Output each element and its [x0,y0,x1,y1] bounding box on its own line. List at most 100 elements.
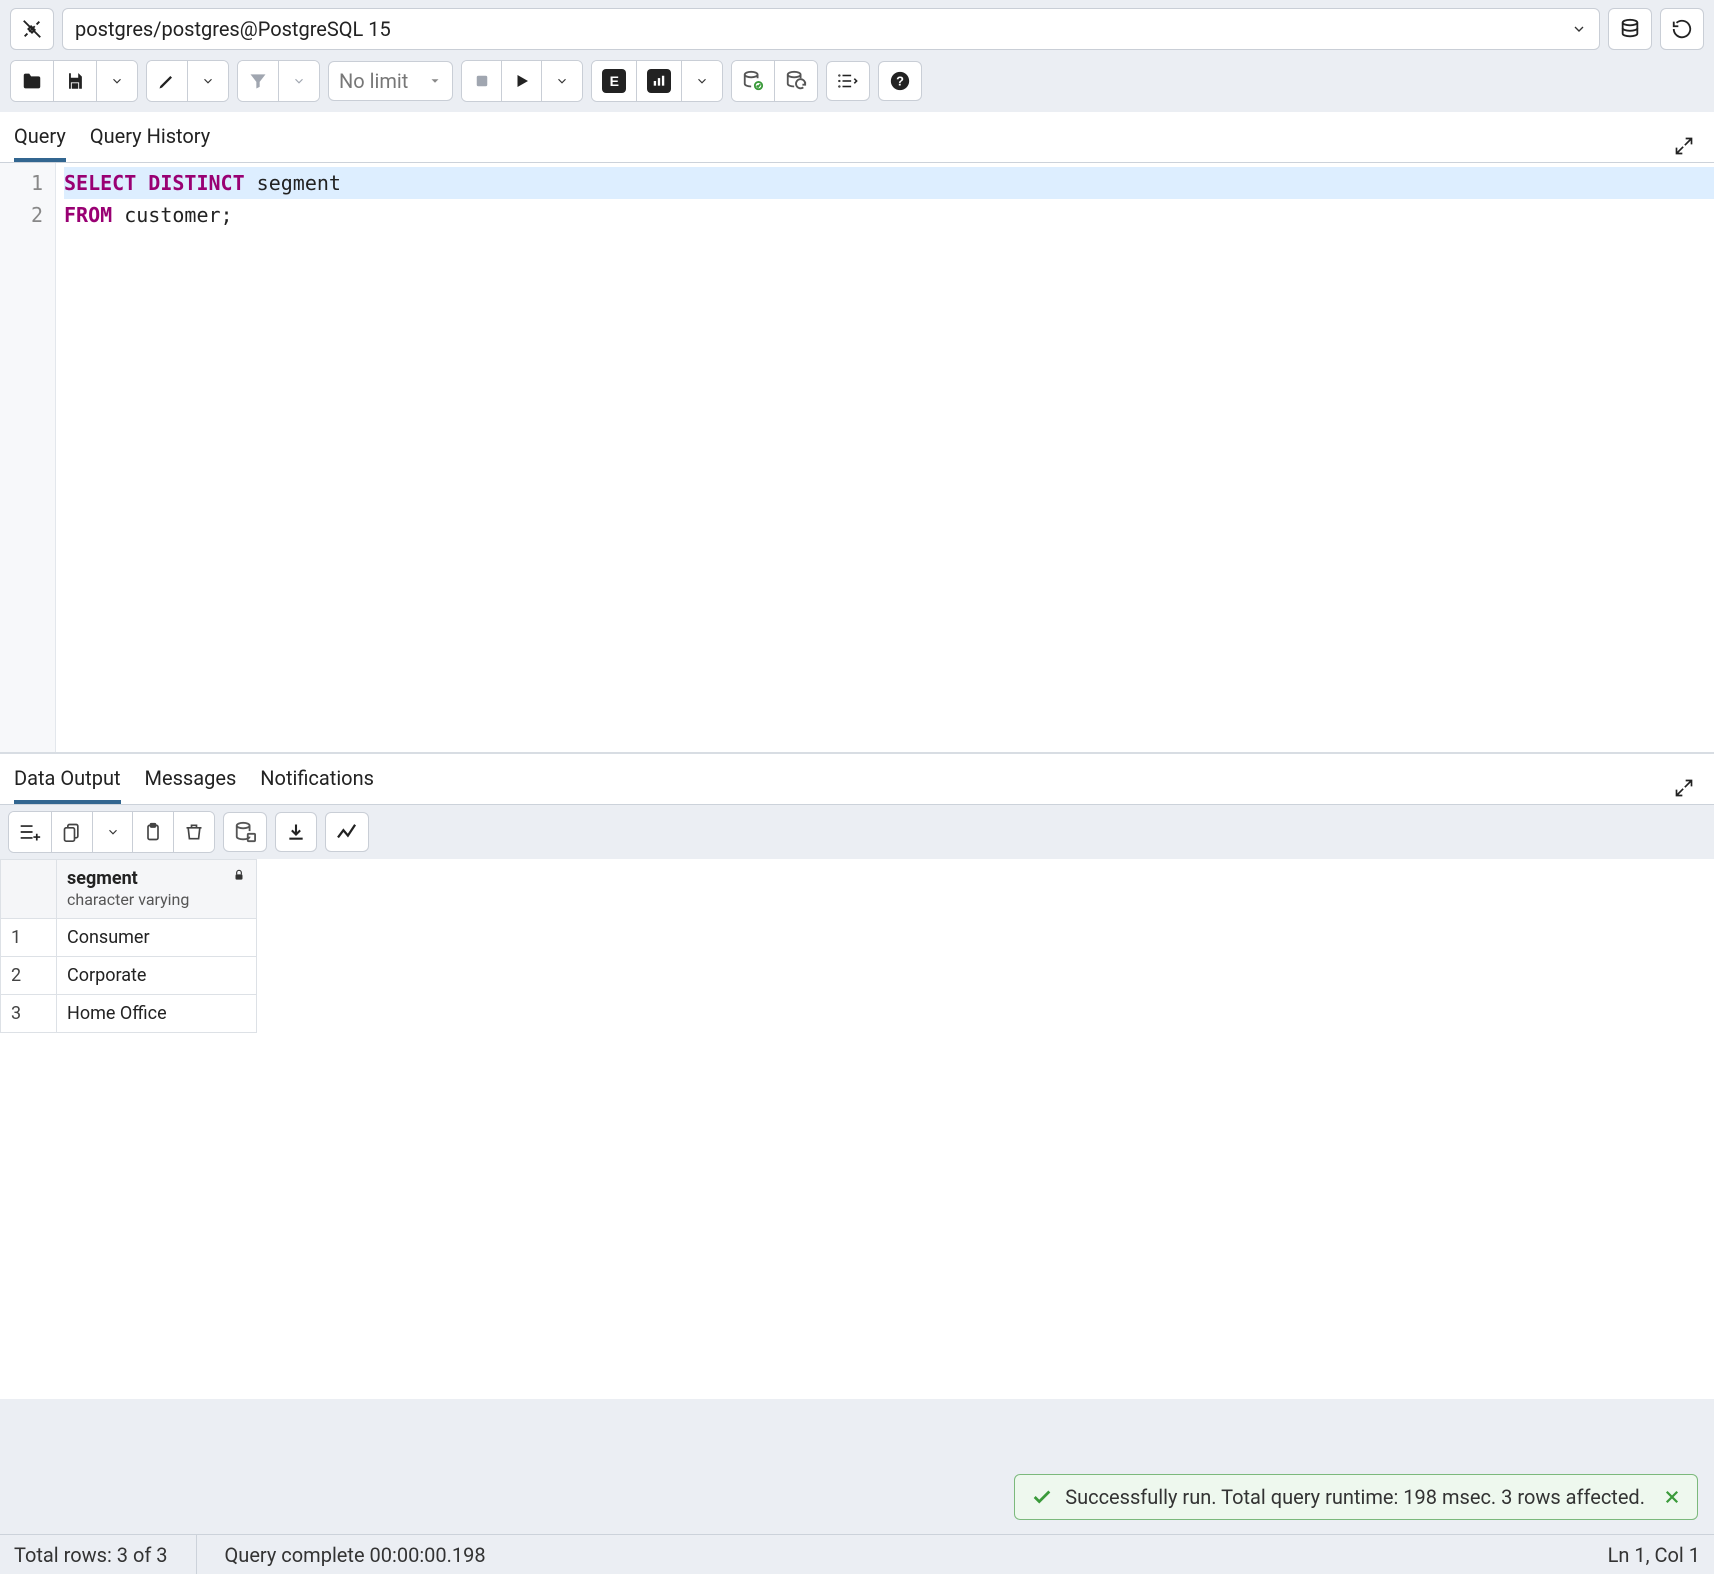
filter-dropdown[interactable] [279,61,319,101]
add-row-button[interactable] [9,812,52,852]
status-query-complete: Query complete 00:00:00.198 [225,1543,486,1567]
check-icon [1031,1486,1053,1508]
svg-text:?: ? [896,74,904,89]
connection-dropdown[interactable]: postgres/postgres@PostgreSQL 15 [62,8,1600,50]
chevron-down-icon [292,74,306,88]
macros-dropdown[interactable] [826,61,870,101]
connection-label: postgres/postgres@PostgreSQL 15 [75,17,391,41]
tab-messages[interactable]: Messages [145,754,237,804]
folder-icon [21,70,43,92]
reset-icon [1671,18,1693,40]
line-gutter: 1 2 [0,163,56,752]
column-header[interactable]: segment character varying [57,860,257,919]
save-data-button[interactable] [223,812,267,852]
graph-visualizer-button[interactable] [325,812,369,852]
paste-button[interactable] [133,812,174,852]
explain-button[interactable]: E [592,61,637,101]
expand-icon [1674,778,1694,798]
help-button[interactable]: ? [878,61,922,101]
line-chart-icon [336,823,358,841]
e-icon: E [602,69,626,93]
limit-label: No limit [339,69,408,93]
row-number[interactable]: 2 [1,957,57,995]
status-total-rows: Total rows: 3 of 3 [14,1543,168,1567]
table-row[interactable]: 1Consumer [1,919,257,957]
column-type: character varying [67,890,189,909]
line-number: 2 [0,199,55,231]
filter-button[interactable] [238,61,279,101]
download-button[interactable] [275,812,317,852]
row-number[interactable]: 1 [1,919,57,957]
caret-down-icon [428,74,442,88]
disconnect-button[interactable] [10,8,54,50]
semicolon: ; [221,203,233,227]
cell-value[interactable]: Corporate [57,957,257,995]
row-header-corner[interactable] [1,860,57,919]
stop-icon [473,72,491,90]
rows-plus-icon [19,823,41,841]
table-row[interactable]: 2Corporate [1,957,257,995]
edit-dropdown[interactable] [188,61,228,101]
chevron-down-icon [695,74,709,88]
expand-editor-button[interactable] [1668,130,1700,162]
edit-button[interactable] [147,61,188,101]
chevron-down-icon [110,74,124,88]
tab-notif-label: Notifications [260,766,374,790]
commit-button[interactable] [732,61,775,101]
expand-output-button[interactable] [1668,772,1700,804]
list-icon [837,72,859,90]
funnel-icon [248,71,268,91]
copy-button[interactable] [52,812,93,852]
table-row[interactable]: 3Home Office [1,995,257,1033]
execute-dropdown[interactable] [542,61,582,101]
close-icon [1663,1488,1681,1506]
row-number[interactable]: 3 [1,995,57,1033]
limit-dropdown[interactable]: No limit [328,61,453,101]
explain-dropdown[interactable] [682,61,722,101]
chevron-down-icon [555,74,569,88]
sql-editor[interactable]: 1 2 SELECT DISTINCT segment FROM custome… [0,163,1714,753]
download-icon [286,822,306,842]
db-save-icon [234,821,256,843]
code-area[interactable]: SELECT DISTINCT segment FROM customer; [56,163,1714,752]
db-check-icon [742,70,764,92]
tab-data-label: Data Output [14,766,121,790]
status-cursor: Ln 1, Col 1 [1608,1543,1700,1567]
line-number: 1 [0,167,55,199]
keyword: SELECT [64,171,136,195]
chevron-down-icon [201,74,215,88]
copy-icon [62,822,82,842]
delete-row-button[interactable] [174,812,214,852]
tab-notifications[interactable]: Notifications [260,754,374,804]
identifier: segment [257,171,341,195]
cell-value[interactable]: Home Office [57,995,257,1033]
open-file-button[interactable] [11,61,54,101]
save-button[interactable] [54,61,97,101]
pencil-icon [157,71,177,91]
save-dropdown[interactable] [97,61,137,101]
tab-query[interactable]: Query [14,112,66,162]
chart-icon [647,69,671,93]
copy-dropdown[interactable] [93,812,133,852]
explain-analyze-button[interactable] [637,61,682,101]
close-toast-button[interactable] [1663,1488,1681,1506]
help-icon: ? [889,70,911,92]
reset-layout-button[interactable] [1660,8,1704,50]
keyword: FROM [64,203,112,227]
results-grid[interactable]: segment character varying 1Consumer2Corp… [0,859,1714,1399]
toast-text: Successfully run. Total query runtime: 1… [1065,1485,1645,1509]
tab-query-label: Query [14,124,66,148]
chevron-down-icon [106,825,120,839]
tab-history-label: Query History [90,124,210,148]
lock-icon [232,868,246,882]
tab-query-history[interactable]: Query History [90,112,210,162]
cell-value[interactable]: Consumer [57,919,257,957]
execute-button[interactable] [502,61,542,101]
database-icon [1619,18,1641,40]
tab-messages-label: Messages [145,766,237,790]
rollback-button[interactable] [775,61,817,101]
success-toast: Successfully run. Total query runtime: 1… [1014,1474,1698,1520]
stop-button[interactable] [462,61,502,101]
database-button[interactable] [1608,8,1652,50]
tab-data-output[interactable]: Data Output [14,754,121,804]
